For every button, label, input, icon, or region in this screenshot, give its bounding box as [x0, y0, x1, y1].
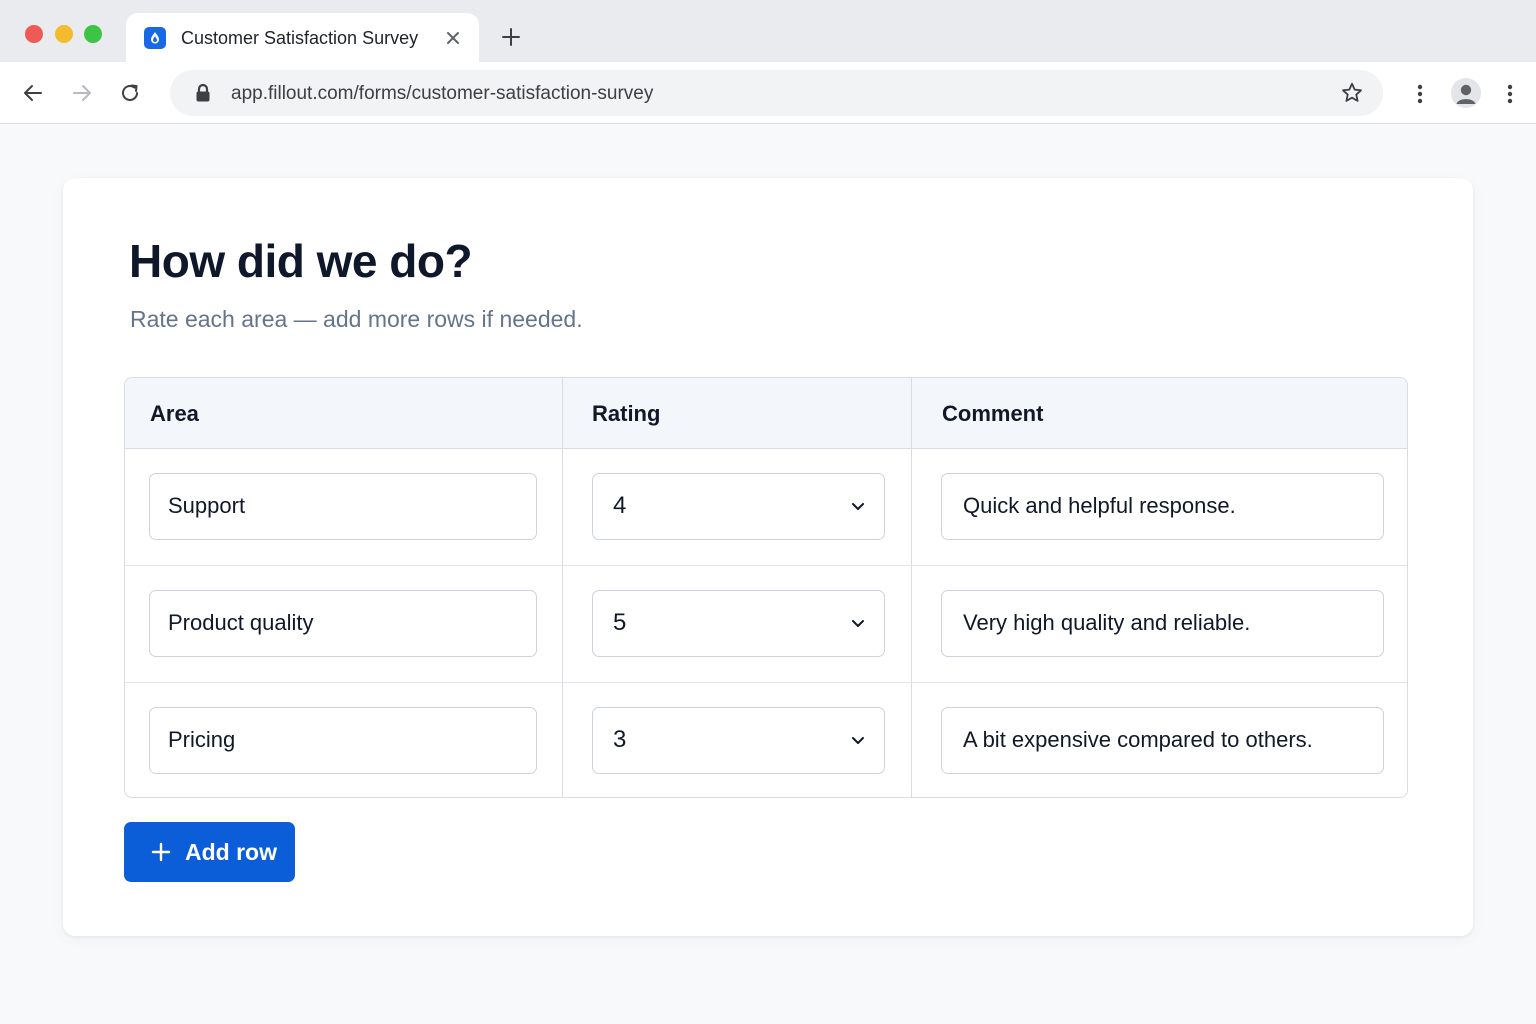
browser-toolbar: app.fillout.com/forms/customer-satisfact…: [0, 62, 1536, 124]
column-header-comment: Comment: [942, 401, 1044, 426]
chevron-down-icon: [852, 737, 864, 744]
column-divider: [911, 378, 912, 797]
tab-title: Customer Satisfaction Survey: [181, 28, 419, 48]
rating-select[interactable]: 5: [592, 590, 885, 657]
rating-select[interactable]: 4: [592, 473, 885, 540]
window-maximize-button[interactable]: [84, 25, 102, 43]
row-divider: [125, 565, 1407, 566]
tab-close-icon[interactable]: [444, 29, 462, 47]
browser-tab-strip: Customer Satisfaction Survey: [0, 0, 1536, 63]
address-bar[interactable]: app.fillout.com/forms/customer-satisfact…: [170, 70, 1383, 116]
comment-input[interactable]: Quick and helpful response.: [941, 473, 1384, 540]
browser-menu-icon[interactable]: [1500, 82, 1520, 106]
ratings-table: Area Rating Comment Support 4 Quick and …: [124, 377, 1408, 798]
comment-input[interactable]: A bit expensive compared to others.: [941, 707, 1384, 774]
window-minimize-button[interactable]: [55, 25, 73, 43]
chevron-down-icon: [852, 620, 864, 627]
rating-select[interactable]: 3: [592, 707, 885, 774]
reload-icon[interactable]: [118, 81, 142, 105]
forward-arrow-icon[interactable]: [70, 81, 94, 105]
browser-tab-active[interactable]: Customer Satisfaction Survey: [126, 13, 479, 63]
form-subtitle: Rate each area — add more rows if needed…: [130, 306, 583, 332]
add-row-label: Add row: [185, 839, 277, 865]
rating-value: 4: [613, 492, 627, 519]
area-input[interactable]: Product quality: [149, 590, 537, 657]
area-input[interactable]: Pricing: [149, 707, 537, 774]
comment-input[interactable]: Very high quality and reliable.: [941, 590, 1384, 657]
survey-form-card: How did we do? Rate each area — add more…: [63, 178, 1473, 936]
window-close-button[interactable]: [25, 25, 43, 43]
lock-icon[interactable]: [194, 83, 212, 103]
column-header-area: Area: [150, 401, 199, 426]
row-divider: [125, 682, 1407, 683]
area-input[interactable]: Support: [149, 473, 537, 540]
url-text[interactable]: app.fillout.com/forms/customer-satisfact…: [231, 83, 653, 105]
profile-avatar-icon[interactable]: [1451, 78, 1481, 108]
column-header-rating: Rating: [592, 401, 661, 426]
new-tab-plus-icon[interactable]: [500, 26, 522, 48]
chevron-down-icon: [852, 503, 864, 510]
rating-value: 5: [613, 609, 627, 636]
rating-value: 3: [613, 726, 627, 753]
back-arrow-icon[interactable]: [21, 81, 45, 105]
add-row-button[interactable]: Add row: [124, 822, 295, 882]
extensions-more-icon[interactable]: [1410, 82, 1430, 106]
form-title: How did we do?: [129, 235, 473, 287]
column-divider: [562, 378, 563, 797]
plus-icon: [151, 842, 171, 862]
fillout-favicon-icon: [144, 27, 166, 49]
bookmark-star-icon[interactable]: [1340, 81, 1364, 105]
table-header: Area Rating Comment: [125, 378, 1407, 449]
